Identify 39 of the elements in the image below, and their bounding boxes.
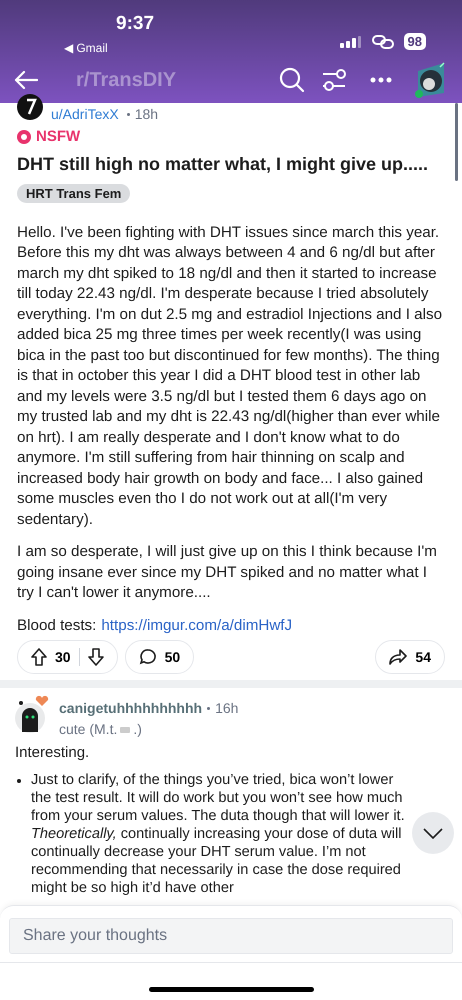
more-options-icon[interactable] xyxy=(370,76,392,82)
downvote-icon[interactable] xyxy=(88,648,104,666)
post-title: DHT still high no matter what, I might give up..... xyxy=(17,152,430,176)
signal-icon xyxy=(340,36,362,48)
chevron-down-icon xyxy=(423,828,443,838)
clock-time: 9:37 xyxy=(116,12,154,36)
upvote-icon[interactable] xyxy=(31,648,47,666)
blood-tests-link[interactable]: https://imgur.com/a/dimHwfJ xyxy=(101,616,292,636)
search-icon[interactable] xyxy=(279,66,305,92)
post-author[interactable]: u/AdriTexX xyxy=(51,104,119,124)
share-icon xyxy=(389,649,408,665)
post-body-paragraph: I am so desperate, I will just give up on this I think because I'm going insane ever since my DHT spiked and no matter what I try I can't lower it anymore.... xyxy=(17,542,438,603)
post-body-paragraph: Hello. I've been fighting with DHT issues since march this year. Before this my dht was always between 4 and 6 ng/dl but after march my dht spiked to 18 ng/dl and then it started to increase till today 22.43 ng/dl. I'm desperate because I tried absolutely everything. I'm on dut 2.5 mg and estradiol Injections and I also added bica 25 mg three times per week recently(I was using bica in the past too but discontinued for few months). The thing is that in october this year I did a DHT blood test in other lab and my levels were 3.5 ng/dl but I tested them 6 days ago on my trusted lab and my dht is 22.43 ng/dl(higher than ever while on hrt). I am really desperate and I don't know what to do anymore. I'm still suffering from hair thinning on scalp and increased body hair growth on body and face... I also gained some muscles even tho I do not work out at all(I'm very sedentary). xyxy=(17,222,444,530)
share-button[interactable]: 54 xyxy=(375,640,445,674)
comments-button[interactable]: 50 xyxy=(124,640,194,674)
comment-list-item: Just to clarify, of the things you’ve tried, bica won’t lower the test result. It will do work but you won’t see how much from your serum values. The duta though that will lower it. Theoretically, continually increasing your dose of duta will continually decrease your DHT serum value. I’m not recommending that necessarily in case the dose required might be so high it’d have other xyxy=(31,770,406,896)
battery-indicator: 98 xyxy=(404,33,426,50)
comment-text: Interesting. xyxy=(15,744,90,762)
bullet-icon xyxy=(17,778,21,782)
back-to-app-link[interactable]: ◀ Gmail xyxy=(64,40,108,56)
subreddit-title: r/TransDIY xyxy=(76,68,176,92)
vote-count: 30 xyxy=(55,648,71,666)
user-flair-end: .) xyxy=(133,720,142,739)
comment-age: 16h xyxy=(207,698,238,719)
post-flair[interactable]: HRT Trans Fem xyxy=(17,184,130,202)
post-age: 18h xyxy=(126,104,158,124)
reply-input-field[interactable]: Share your thoughts xyxy=(9,918,453,954)
filter-sliders-icon[interactable] xyxy=(322,68,348,92)
user-avatar xyxy=(17,94,43,120)
adult-content-icon xyxy=(17,130,31,144)
user-flair: cute (M.t. xyxy=(59,720,118,739)
comment-icon xyxy=(138,648,157,666)
link-label: Blood tests: xyxy=(17,616,96,636)
back-arrow-icon[interactable] xyxy=(14,70,38,90)
link-icon xyxy=(372,34,394,48)
commenter-avatar xyxy=(15,694,49,734)
scroll-down-button[interactable] xyxy=(412,812,454,854)
nsfw-label: NSFW xyxy=(36,127,80,147)
comment-author[interactable]: canigetuhhhhhhhhhh xyxy=(59,698,202,719)
